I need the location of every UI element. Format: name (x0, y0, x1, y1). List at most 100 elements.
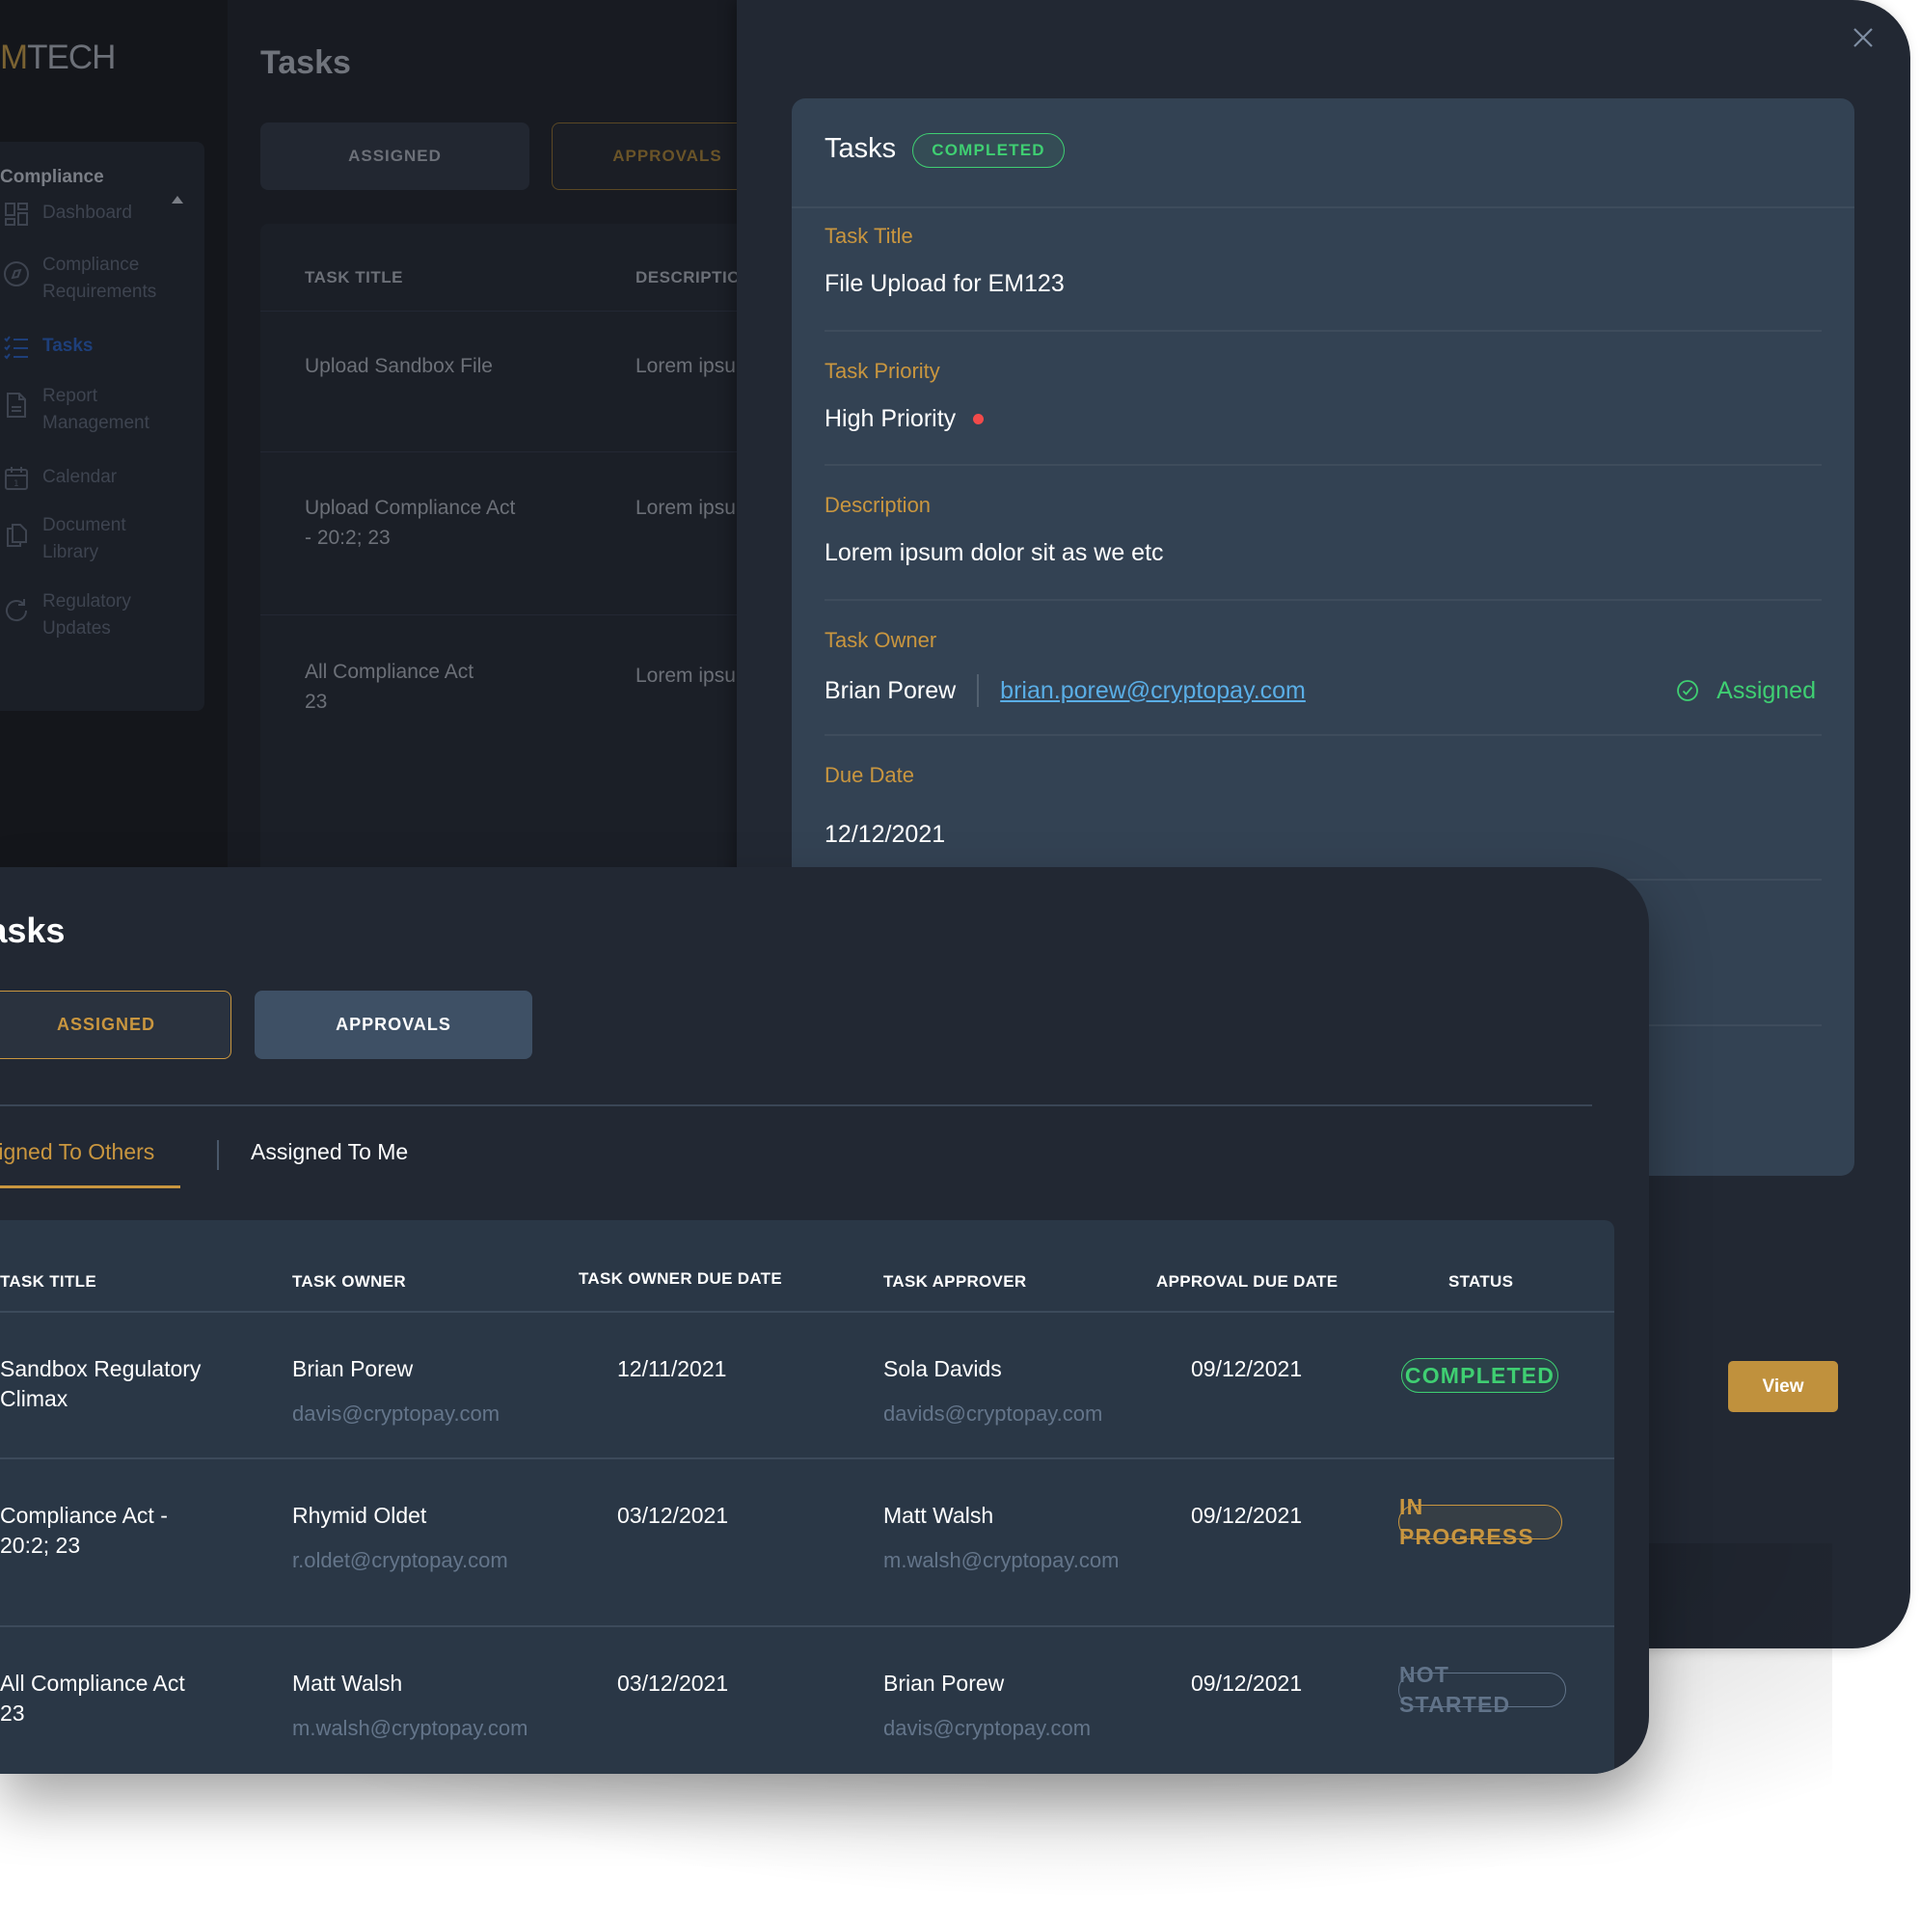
approvals-tab-button[interactable]: APPROVALS (255, 991, 532, 1059)
divider (825, 734, 1822, 736)
approver-name-cell: Sola Davids (883, 1356, 1002, 1381)
task-title-cell: Sandbox Regulatory Climax (0, 1356, 202, 1411)
column-header[interactable]: TASK OWNER DUE DATE (579, 1269, 782, 1289)
assigned-tab-button[interactable]: ASSIGNED (0, 991, 231, 1059)
owner-email-link[interactable]: brian.porew@cryptopay.com (1000, 677, 1306, 705)
column-header[interactable]: APPROVAL DUE DATE (1156, 1272, 1338, 1292)
close-icon[interactable] (1851, 25, 1876, 50)
task-title-field: Task Title File Upload for EM123 (825, 224, 1822, 298)
status-badge: COMPLETED (1401, 1358, 1558, 1393)
sidebar-item-calendar[interactable]: 1 Calendar (0, 464, 204, 493)
description-cell: Lorem ipsum (635, 355, 743, 377)
task-title-cell[interactable]: Upload Sandbox File (305, 351, 555, 381)
status-badge: COMPLETED (912, 133, 1065, 168)
task-owner-field: Task Owner Brian Porew brian.porew@crypt… (825, 628, 1822, 707)
sidebar-group-toggle[interactable]: Compliance (0, 167, 204, 204)
sidebar-item-compliance-requirements[interactable]: Compliance Requirements (0, 252, 204, 306)
divider (217, 1140, 219, 1170)
field-value: File Upload for EM123 (825, 270, 1065, 297)
task-title-cell[interactable]: All Compliance Act 23 (305, 657, 478, 717)
check-circle-icon (1677, 680, 1699, 701)
due-date-field: Due Date 12/12/2021 (825, 763, 1822, 849)
approver-name-cell: Brian Porew (883, 1671, 1005, 1696)
owner-name-cell: Matt Walsh (292, 1671, 403, 1696)
approval-due-date-cell: 09/12/2021 (1191, 1503, 1303, 1528)
page-title: Tasks (0, 911, 66, 950)
description-cell: Lorem ipsum (635, 665, 743, 687)
field-label: Task Owner (825, 628, 937, 652)
approver-email-cell: m.walsh@cryptopay.com (883, 1548, 1120, 1572)
tasks-table: TASK TITLE TASK OWNER TASK OWNER DUE DAT… (0, 1220, 1614, 1774)
sidebar-item-report-management[interactable]: Report Management (0, 383, 204, 437)
divider (825, 599, 1822, 601)
owner-due-date-cell: 12/11/2021 (617, 1356, 727, 1381)
divider (260, 311, 743, 312)
view-button[interactable]: View (1728, 1361, 1838, 1412)
field-label: Task Title (825, 224, 913, 248)
approver-email-cell: davis@cryptopay.com (883, 1716, 1092, 1740)
refresh-icon (2, 596, 31, 625)
owner-name-cell: Rhymid Oldet (292, 1503, 427, 1528)
priority-text: High Priority (825, 405, 957, 432)
owner-due-date-cell: 03/12/2021 (617, 1503, 729, 1528)
priority-indicator-icon (973, 414, 985, 424)
owner-due-date-cell: 03/12/2021 (617, 1671, 729, 1696)
active-subtab-indicator (0, 1185, 180, 1188)
field-value: 12/12/2021 (825, 821, 946, 848)
status-badge: IN PROGRESS (1398, 1494, 1562, 1549)
assigned-tab-button[interactable]: ASSIGNED (260, 122, 529, 190)
calendar-icon: 1 (2, 464, 31, 493)
checklist-icon (2, 333, 31, 362)
owner-email-cell: r.oldet@cryptopay.com (292, 1548, 508, 1572)
owner-email-cell: davis@cryptopay.com (292, 1401, 500, 1426)
background-app: MTECH Compliance Dashboard Compliance Re… (0, 0, 743, 868)
table-row[interactable]: Compliance Act - 20:2; 23 Rhymid Oldet r… (0, 1459, 1614, 1627)
divider (260, 614, 743, 615)
divider (977, 674, 980, 707)
page-title: Tasks (260, 44, 351, 81)
compass-icon (2, 259, 31, 288)
document-icon (2, 391, 31, 420)
approval-due-date-cell: 09/12/2021 (1191, 1671, 1303, 1696)
divider (260, 451, 743, 452)
field-label: Description (825, 493, 932, 517)
status-badge: NOT STARTED (1398, 1662, 1566, 1717)
sidebar-item-document-library[interactable]: Document Library (0, 512, 204, 566)
owner-name-cell: Brian Porew (292, 1356, 414, 1381)
sidebar-item-tasks[interactable]: Tasks (0, 333, 204, 362)
sidebar-group-compliance: Compliance Dashboard Compliance Requirem… (0, 142, 204, 711)
sidebar: MTECH Compliance Dashboard Compliance Re… (0, 0, 228, 868)
task-priority-field: Task Priority High Priority (825, 359, 1822, 433)
approval-due-date-cell: 09/12/2021 (1191, 1356, 1303, 1381)
field-label: Task Priority (825, 359, 940, 383)
divider (825, 464, 1822, 466)
column-header[interactable]: TASK TITLE (0, 1272, 96, 1292)
column-header[interactable]: TASK APPROVER (883, 1272, 1026, 1292)
table-row[interactable]: All Compliance Act 23 Matt Walsh m.walsh… (0, 1627, 1614, 1774)
field-label: Due Date (825, 763, 914, 787)
svg-text:1: 1 (14, 479, 19, 489)
owner-email-cell: m.walsh@cryptopay.com (292, 1716, 528, 1740)
column-header: DESCRIPTION (635, 268, 743, 286)
approver-email-cell: davids@cryptopay.com (883, 1401, 1103, 1426)
subtab-assigned-to-others[interactable]: Assigned To Others (0, 1139, 154, 1165)
table-row[interactable]: Sandbox Regulatory Climax Brian Porew da… (0, 1313, 1614, 1459)
sidebar-item-regulatory-updates[interactable]: Regulatory Updates (0, 588, 204, 642)
description-field: Description Lorem ipsum dolor sit as we … (825, 493, 1822, 567)
column-header[interactable]: TASK OWNER (292, 1272, 406, 1292)
task-title-cell: Compliance Act - 20:2; 23 (0, 1503, 168, 1558)
field-value: Lorem ipsum dolor sit as we etc (825, 539, 1164, 566)
copy-documents-icon (2, 520, 31, 549)
field-value: Brian Porew brian.porew@cryptopay.com As… (825, 674, 1822, 707)
divider (0, 1104, 1592, 1106)
assignment-status-text: Assigned (1717, 676, 1816, 704)
logo: MTECH (0, 39, 116, 76)
approvals-tab-button[interactable]: APPROVALS (552, 122, 743, 190)
tasks-panel: Tasks ASSIGNED APPROVALS Assigned To Oth… (0, 867, 1649, 1774)
task-title-cell[interactable]: Upload Compliance Act - 20:2; 23 (305, 493, 517, 553)
approver-name-cell: Matt Walsh (883, 1503, 994, 1528)
sidebar-item-dashboard[interactable]: Dashboard (0, 200, 204, 229)
subtab-assigned-to-me[interactable]: Assigned To Me (251, 1139, 408, 1165)
column-header[interactable]: STATUS (1448, 1272, 1513, 1292)
field-value: High Priority (825, 405, 1822, 433)
